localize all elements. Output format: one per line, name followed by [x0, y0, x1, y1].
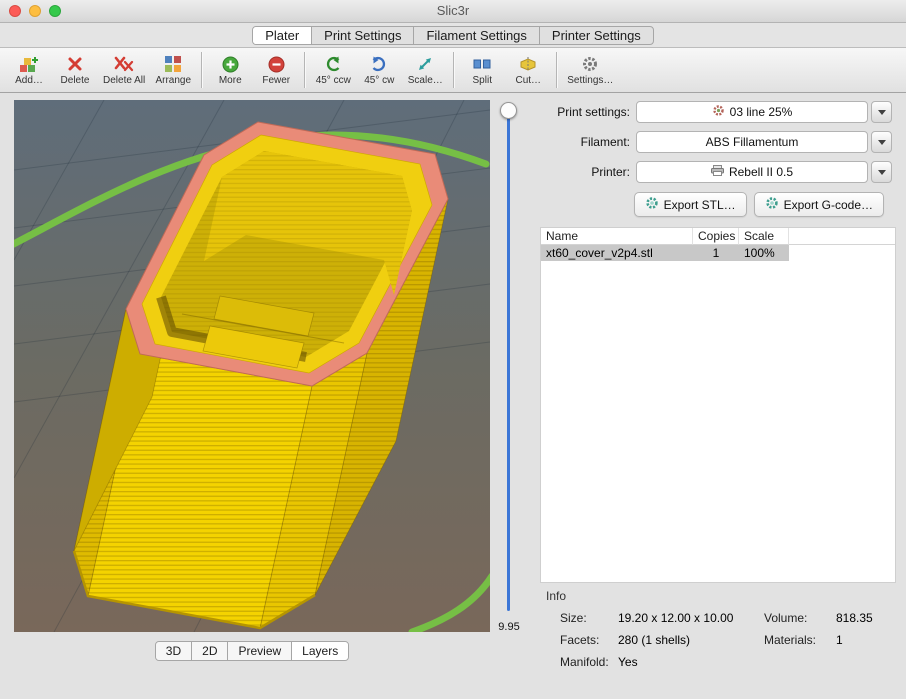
- tab-print-settings[interactable]: Print Settings: [312, 27, 414, 44]
- add-button[interactable]: Add…: [6, 54, 52, 87]
- printer-dropdown-button[interactable]: [871, 161, 892, 183]
- cut-icon: [519, 55, 537, 74]
- toolbar: Add… Delete Delete All Arrange More Fewe…: [0, 47, 906, 93]
- chevron-down-icon: [878, 140, 886, 145]
- facets-label: Facets:: [560, 633, 618, 647]
- tab-plater[interactable]: Plater: [253, 27, 312, 44]
- view-tab-preview[interactable]: Preview: [228, 642, 292, 660]
- toolbar-separator: [304, 52, 305, 88]
- printer-select[interactable]: Rebell II 0.5: [636, 161, 868, 183]
- slic3r-window: Slic3r Plater Print Settings Filament Se…: [0, 0, 906, 699]
- gear-icon: [645, 196, 659, 213]
- delete-icon: [67, 55, 83, 74]
- settings-button[interactable]: Settings…: [562, 54, 618, 87]
- printer-label: Printer:: [540, 165, 630, 179]
- filament-select[interactable]: ABS Fillamentum: [636, 131, 868, 153]
- filament-value: ABS Fillamentum: [706, 135, 799, 149]
- column-header-spacer: [789, 228, 895, 245]
- printer-value: Rebell II 0.5: [729, 165, 793, 179]
- layer-slider-thumb[interactable]: [500, 102, 517, 119]
- column-header-copies[interactable]: Copies: [693, 228, 739, 245]
- chevron-down-icon: [878, 110, 886, 115]
- main-area: 9.95 3D 2D Preview Layers Print settings…: [0, 93, 906, 699]
- print-settings-dropdown-button[interactable]: [871, 101, 892, 123]
- right-panel: Print settings: 03 line 25% Filament: AB…: [540, 93, 896, 669]
- arrange-icon: [164, 55, 182, 74]
- printer-icon: [711, 165, 724, 179]
- split-button[interactable]: Split: [459, 54, 505, 87]
- export-stl-button[interactable]: Export STL…: [634, 192, 747, 217]
- delete-all-button[interactable]: Delete All: [98, 54, 150, 87]
- info-section: Info Size: 19.20 x 12.00 x 10.00 Volume:…: [540, 586, 896, 669]
- gear-icon: [712, 104, 725, 120]
- volume-value: 818.35: [836, 611, 892, 625]
- facets-value: 280 (1 shells): [618, 633, 764, 647]
- table-row[interactable]: xt60_cover_v2p4.stl 1 100%: [541, 245, 895, 261]
- column-header-scale[interactable]: Scale: [739, 228, 789, 245]
- print-settings-label: Print settings:: [540, 105, 630, 119]
- manifold-value: Yes: [618, 655, 764, 669]
- rotate-ccw-button[interactable]: 45° ccw: [310, 54, 356, 87]
- size-label: Size:: [560, 611, 618, 625]
- cut-button[interactable]: Cut…: [505, 54, 551, 87]
- column-header-name[interactable]: Name: [541, 228, 693, 245]
- toolbar-separator: [556, 52, 557, 88]
- materials-label: Materials:: [764, 633, 836, 647]
- rotate-ccw-icon: [324, 55, 342, 74]
- titlebar: Slic3r: [0, 0, 906, 23]
- fewer-icon: [268, 55, 285, 74]
- settings-icon: [581, 55, 599, 74]
- tab-filament-settings[interactable]: Filament Settings: [414, 27, 539, 44]
- manifold-label: Manifold:: [560, 655, 618, 669]
- object-list-header: Name Copies Scale: [541, 228, 895, 245]
- view-tab-2d[interactable]: 2D: [192, 642, 228, 660]
- split-icon: [473, 55, 491, 74]
- cell-name: xt60_cover_v2p4.stl: [541, 245, 693, 261]
- delete-button[interactable]: Delete: [52, 54, 98, 87]
- scale-icon: [416, 55, 434, 74]
- cell-spacer: [789, 245, 895, 261]
- 3d-viewport[interactable]: [14, 100, 490, 632]
- window-title: Slic3r: [0, 0, 906, 22]
- cell-copies: 1: [693, 245, 739, 261]
- view-mode-tabs: 3D 2D Preview Layers: [14, 641, 490, 661]
- more-icon: [222, 55, 239, 74]
- layer-slider-value: 9.95: [486, 621, 532, 633]
- print-settings-value: 03 line 25%: [730, 105, 793, 119]
- close-button[interactable]: [9, 5, 21, 17]
- main-tabs: Plater Print Settings Filament Settings …: [252, 26, 654, 45]
- print-settings-select[interactable]: 03 line 25%: [636, 101, 868, 123]
- view-tab-layers[interactable]: Layers: [292, 642, 348, 660]
- layer-slider: 9.95: [494, 99, 524, 637]
- tab-printer-settings[interactable]: Printer Settings: [540, 27, 653, 44]
- object-list: Name Copies Scale xt60_cover_v2p4.stl 1 …: [540, 227, 896, 583]
- zoom-button[interactable]: [49, 5, 61, 17]
- export-gcode-button[interactable]: Export G-code…: [754, 192, 884, 217]
- rotate-cw-icon: [370, 55, 388, 74]
- add-icon: [19, 55, 39, 74]
- main-tab-bar: Plater Print Settings Filament Settings …: [0, 23, 906, 47]
- info-title: Info: [546, 589, 892, 603]
- toolbar-separator: [453, 52, 454, 88]
- minimize-button[interactable]: [29, 5, 41, 17]
- filament-dropdown-button[interactable]: [871, 131, 892, 153]
- materials-value: 1: [836, 633, 892, 647]
- layer-slider-track[interactable]: [507, 115, 510, 611]
- chevron-down-icon: [878, 170, 886, 175]
- 3d-canvas[interactable]: [14, 100, 490, 632]
- cell-scale: 100%: [739, 245, 789, 261]
- size-value: 19.20 x 12.00 x 10.00: [618, 611, 764, 625]
- view-tab-3d[interactable]: 3D: [156, 642, 192, 660]
- fewer-button[interactable]: Fewer: [253, 54, 299, 87]
- arrange-button[interactable]: Arrange: [150, 54, 196, 87]
- scale-button[interactable]: Scale…: [402, 54, 448, 87]
- delete-all-icon: [114, 55, 134, 74]
- gear-icon: [765, 196, 779, 213]
- more-button[interactable]: More: [207, 54, 253, 87]
- toolbar-separator: [201, 52, 202, 88]
- rotate-cw-button[interactable]: 45° cw: [356, 54, 402, 87]
- traffic-lights: [9, 5, 61, 17]
- volume-label: Volume:: [764, 611, 836, 625]
- filament-label: Filament:: [540, 135, 630, 149]
